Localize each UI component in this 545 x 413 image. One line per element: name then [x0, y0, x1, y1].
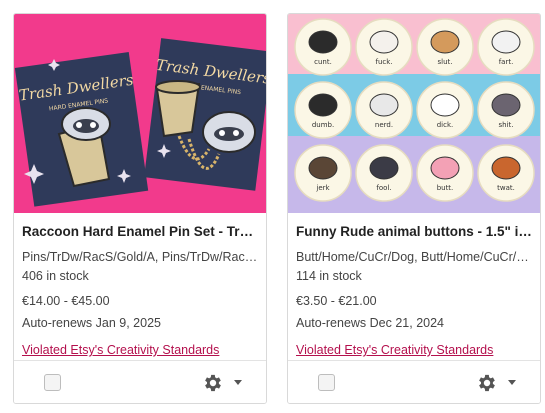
- button-caption: slut.: [438, 58, 453, 66]
- listing-card: cunt. fuck. slut. fart. dumb. nerd. dick. shit.…: [287, 13, 541, 404]
- card-footer: [14, 360, 266, 403]
- gear-icon: [205, 374, 221, 392]
- button-caption: fuck.: [375, 58, 392, 66]
- gear-menu-button[interactable]: [476, 372, 516, 394]
- listing-sku: Butt/Home/CuCr/Dog, Butt/Home/CuCr/Cat: [296, 250, 532, 264]
- animal-illustration: [430, 93, 460, 117]
- animal-illustration: [430, 156, 460, 180]
- button-caption: dick.: [437, 121, 454, 129]
- caret-down-icon: [234, 380, 242, 385]
- button-caption: jerk: [315, 184, 330, 192]
- listing-sku: Pins/TrDw/RacS/Gold/A, Pins/TrDw/RacS/Si…: [22, 250, 258, 264]
- checkbox-icon[interactable]: [318, 374, 335, 391]
- button-caption: shit.: [499, 121, 514, 129]
- listing-title[interactable]: Funny Rude animal buttons - 1.5" inch: [296, 223, 532, 241]
- animal-illustration: [369, 156, 399, 180]
- gear-menu-button[interactable]: [202, 372, 242, 394]
- listing-title[interactable]: Raccoon Hard Enamel Pin Set - Trash Dwel…: [22, 223, 258, 241]
- listing-stock: 114 in stock: [296, 269, 362, 283]
- listing-thumbnail[interactable]: Trash Dwellers HARD ENAMEL PINS Trash Dw…: [14, 14, 266, 213]
- listing-renewal: Auto-renews Dec 21, 2024: [296, 316, 445, 330]
- listing-price: €14.00 - €45.00: [22, 294, 110, 308]
- listing-thumbnail[interactable]: cunt. fuck. slut. fart. dumb. nerd. dick. shit.…: [288, 14, 540, 213]
- listing-stock: 406 in stock: [22, 269, 89, 283]
- button-caption: cunt.: [314, 58, 332, 66]
- animal-illustration: [491, 93, 521, 117]
- card-footer: [288, 360, 540, 403]
- gear-icon: [479, 374, 495, 392]
- button-caption: fool.: [376, 184, 391, 192]
- animal-illustration: [369, 30, 399, 54]
- buttons-photo: cunt. fuck. slut. fart. dumb. nerd. dick. shit.…: [288, 14, 540, 213]
- listing-renewal: Auto-renews Jan 9, 2025: [22, 316, 161, 330]
- animal-illustration: [308, 93, 338, 117]
- checkbox-icon[interactable]: [44, 374, 61, 391]
- animal-illustration: [369, 93, 399, 117]
- animal-illustration: [491, 156, 521, 180]
- listing-price: €3.50 - €21.00: [296, 294, 377, 308]
- animal-illustration: [430, 30, 460, 54]
- button-caption: nerd.: [375, 121, 393, 129]
- violation-link[interactable]: Violated Etsy's Creativity Standards: [22, 342, 219, 358]
- button-caption: twat.: [497, 184, 515, 192]
- animal-illustration: [308, 30, 338, 54]
- button-caption: butt.: [437, 184, 454, 192]
- listing-card: Trash Dwellers HARD ENAMEL PINS Trash Dw…: [13, 13, 267, 404]
- button-caption: dumb.: [312, 121, 334, 129]
- animal-illustration: [308, 156, 338, 180]
- violation-link[interactable]: Violated Etsy's Creativity Standards: [296, 342, 493, 358]
- animal-illustration: [491, 30, 521, 54]
- button-caption: fart.: [499, 58, 514, 66]
- pin-set-photo: Trash Dwellers HARD ENAMEL PINS Trash Dw…: [14, 14, 266, 213]
- caret-down-icon: [508, 380, 516, 385]
